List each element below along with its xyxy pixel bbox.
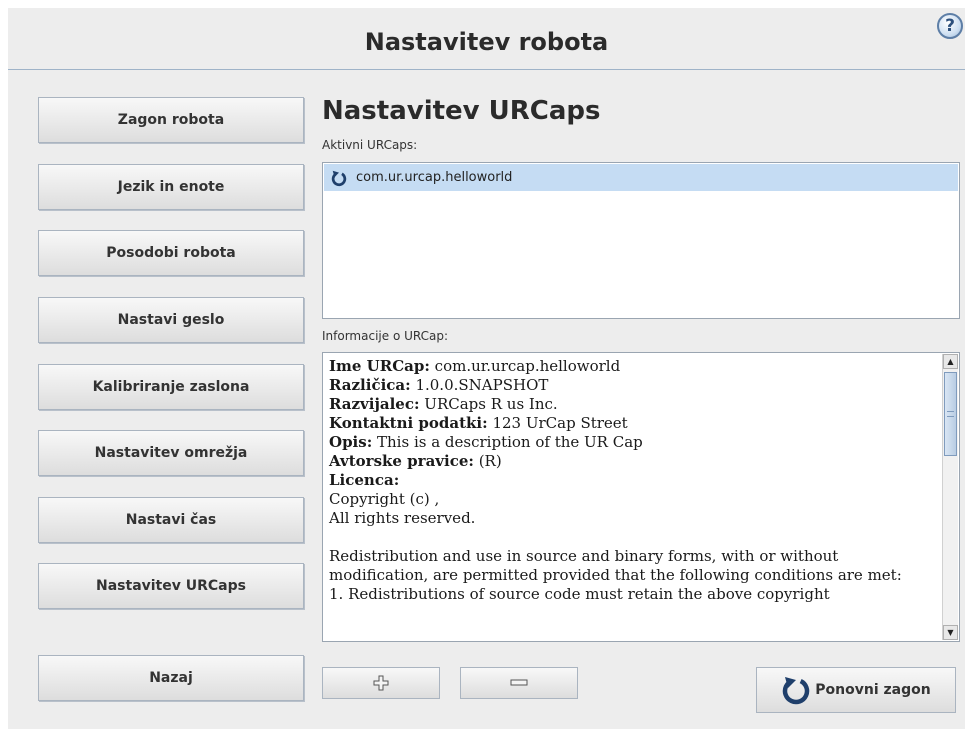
refresh-icon xyxy=(783,677,810,705)
license-truncated-line: 1. Redistributions of source code must r… xyxy=(329,585,830,603)
license-line: All rights reserved. xyxy=(329,509,476,527)
refresh-icon xyxy=(331,170,347,186)
page-title: Nastavitev robota xyxy=(364,28,609,56)
help-icon[interactable]: ? xyxy=(937,13,963,39)
urcap-info-panel[interactable]: Ime URCap: com.ur.urcap.helloworld Razli… xyxy=(322,352,960,642)
active-urcaps-label: Aktivni URCaps: xyxy=(322,138,418,152)
grip-icon xyxy=(947,411,954,417)
info-field: Kontaktni podatki: 123 UrCap Street xyxy=(329,414,628,432)
sidebar-item-update-robot[interactable]: Posodobi robota xyxy=(38,230,304,276)
urcap-info-label: Informacije o URCap: xyxy=(322,329,449,343)
info-field: Ime URCap: com.ur.urcap.helloworld xyxy=(329,357,621,375)
urcap-name: com.ur.urcap.helloworld xyxy=(356,170,513,185)
plus-icon xyxy=(373,675,389,691)
section-title: Nastavitev URCaps xyxy=(322,96,601,126)
sidebar-item-calibrate-screen[interactable]: Kalibriranje zaslona xyxy=(38,364,304,410)
scroll-down-arrow-icon[interactable]: ▼ xyxy=(943,625,958,640)
back-button[interactable]: Nazaj xyxy=(38,655,304,701)
info-field: Različica: 1.0.0.SNAPSHOT xyxy=(329,376,549,394)
license-line: Copyright (c) , xyxy=(329,490,440,508)
sidebar-item-language-units[interactable]: Jezik in enote xyxy=(38,164,304,210)
restart-label: Ponovni zagon xyxy=(815,682,931,698)
urcap-info-text: Ime URCap: com.ur.urcap.helloworld Razli… xyxy=(329,357,941,604)
settings-window: Nastavitev robota ? Zagon robota Jezik i… xyxy=(8,8,965,729)
active-urcaps-list[interactable]: com.ur.urcap.helloworld xyxy=(322,162,960,319)
info-field: Razvijalec: URCaps R us Inc. xyxy=(329,395,558,413)
sidebar-item-robot-startup[interactable]: Zagon robota xyxy=(38,97,304,143)
license-paragraph: Redistribution and use in source and bin… xyxy=(329,547,902,584)
info-field: Licenca: xyxy=(329,471,400,489)
sidebar-item-network-setup[interactable]: Nastavitev omrežja xyxy=(38,430,304,476)
title-bar: Nastavitev robota ? xyxy=(8,8,965,70)
info-field: Opis: This is a description of the UR Ca… xyxy=(329,433,643,451)
scroll-thumb[interactable] xyxy=(944,372,957,456)
list-item[interactable]: com.ur.urcap.helloworld xyxy=(324,164,958,191)
vertical-scrollbar[interactable]: ▲ ▼ xyxy=(942,354,958,640)
info-field: Avtorske pravice: (R) xyxy=(329,452,502,470)
restart-button[interactable]: Ponovni zagon xyxy=(756,667,956,713)
sidebar-item-set-time[interactable]: Nastavi čas xyxy=(38,497,304,543)
remove-urcap-button[interactable] xyxy=(460,667,578,699)
add-urcap-button[interactable] xyxy=(322,667,440,699)
scroll-up-arrow-icon[interactable]: ▲ xyxy=(943,354,958,369)
sidebar-item-set-password[interactable]: Nastavi geslo xyxy=(38,297,304,343)
sidebar-item-urcaps-setup[interactable]: Nastavitev URCaps xyxy=(38,563,304,609)
minus-icon xyxy=(510,679,528,686)
